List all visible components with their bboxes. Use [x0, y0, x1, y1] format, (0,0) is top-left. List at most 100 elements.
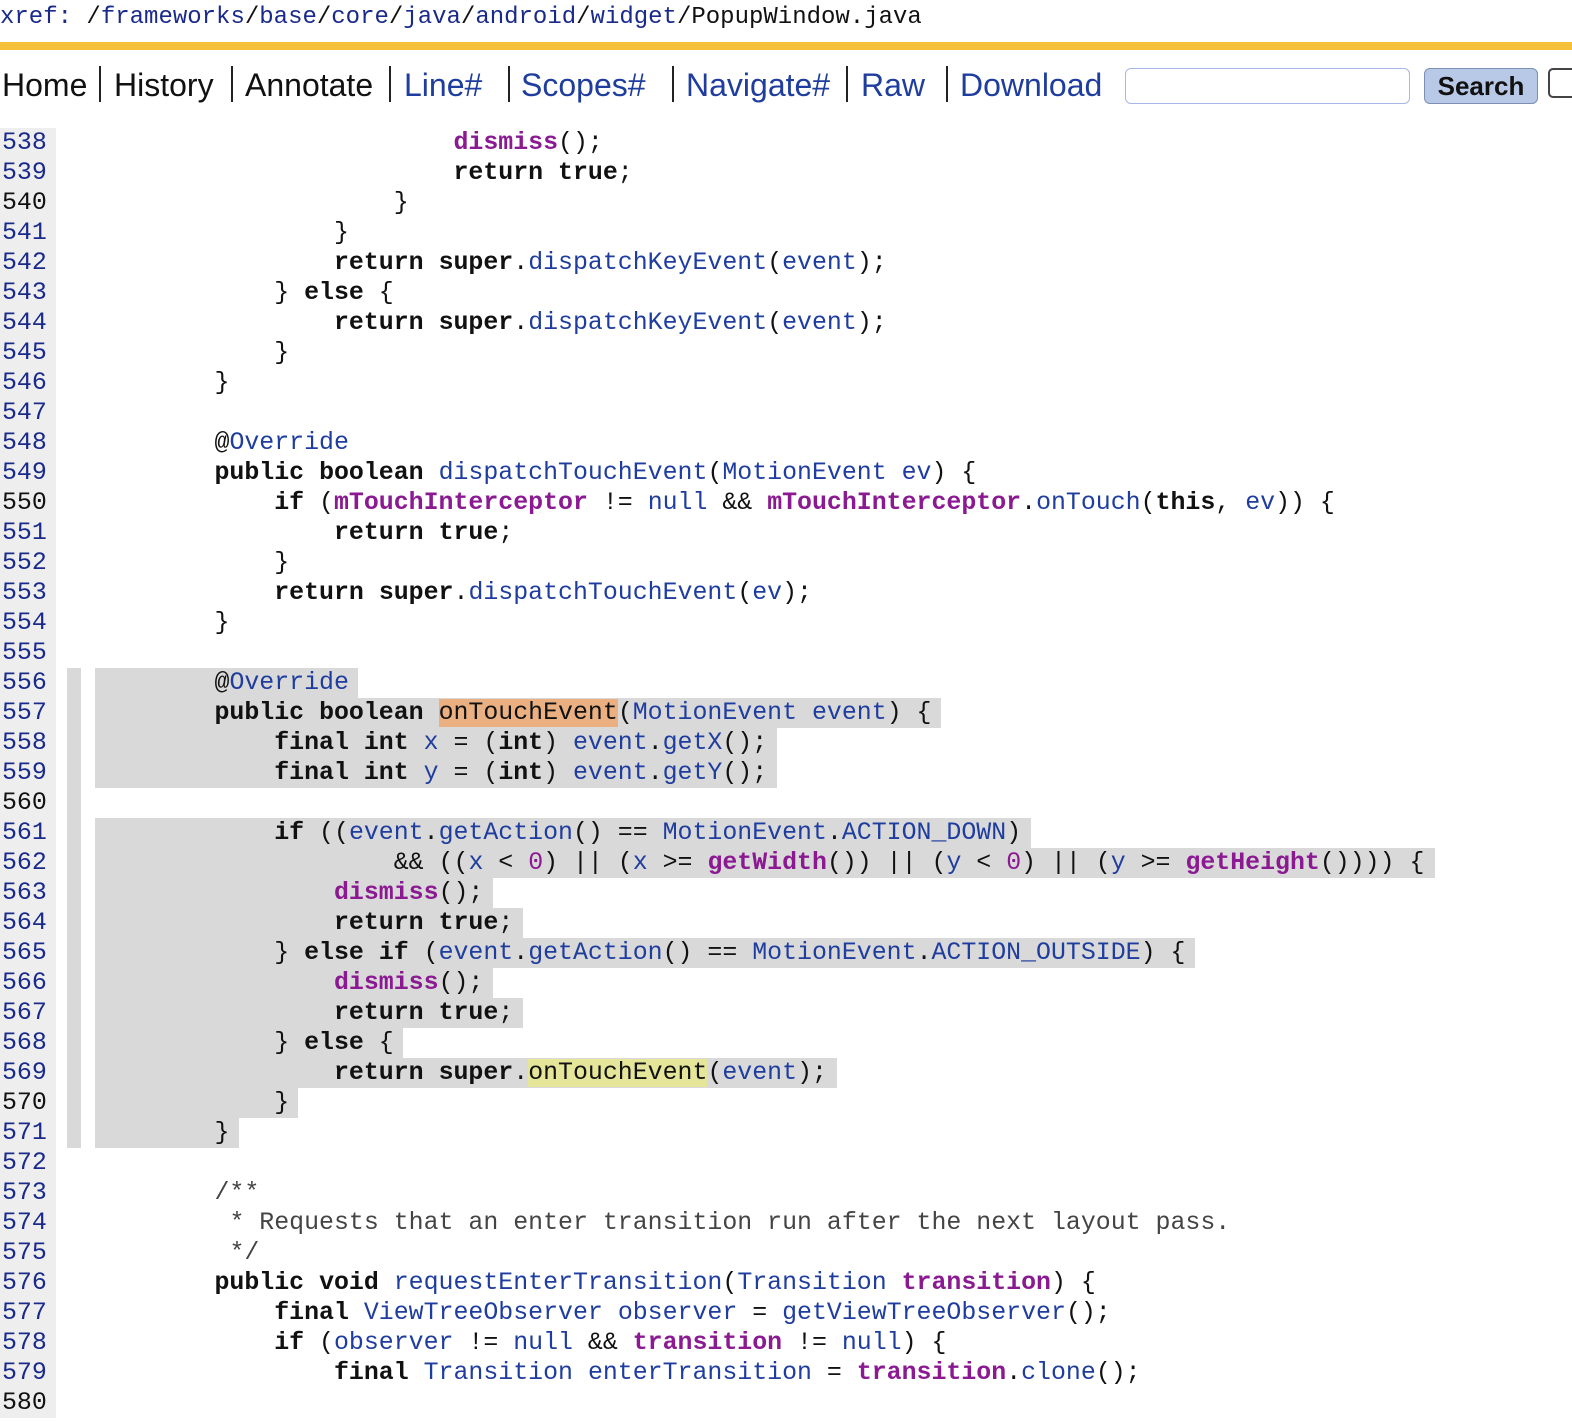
nav-navigate-link[interactable]: Navigate#: [686, 50, 830, 120]
line-number-link[interactable]: 572: [2, 1148, 47, 1178]
code-token[interactable]: onTouch: [1036, 489, 1141, 517]
breadcrumb-link[interactable]: frameworks: [101, 4, 245, 31]
code-token[interactable]: x: [633, 849, 648, 877]
code-token[interactable]: onTouchEvent: [438, 699, 618, 727]
code-token[interactable]: dispatchTouchEvent: [468, 579, 737, 607]
line-number-link[interactable]: 568: [2, 1028, 47, 1058]
code-token[interactable]: getAction: [528, 939, 662, 967]
code-token[interactable]: transition: [857, 1359, 1006, 1387]
code-token[interactable]: onTouchEvent: [528, 1059, 708, 1087]
line-number-link[interactable]: 567: [2, 998, 47, 1028]
nav-history-link[interactable]: History: [114, 50, 214, 120]
line-number-link[interactable]: 538: [2, 128, 47, 158]
line-number-link[interactable]: 575: [2, 1238, 47, 1268]
code-token[interactable]: ev: [752, 579, 782, 607]
line-number-link[interactable]: 571: [2, 1118, 47, 1148]
code-token[interactable]: event: [812, 699, 887, 727]
line-number-link[interactable]: 577: [2, 1298, 47, 1328]
search-button[interactable]: Search: [1424, 68, 1538, 104]
code-token[interactable]: requestEnterTransition: [394, 1269, 723, 1297]
code-token[interactable]: Transition: [737, 1269, 886, 1297]
line-number-link[interactable]: 543: [2, 278, 47, 308]
line-number-link[interactable]: 539: [2, 158, 47, 188]
line-number-link[interactable]: 552: [2, 548, 47, 578]
code-token[interactable]: event: [722, 1059, 797, 1087]
nav-annotate-link[interactable]: Annotate: [245, 50, 373, 120]
code-token[interactable]: event: [573, 729, 648, 757]
line-number-link[interactable]: 550: [2, 488, 47, 518]
code-token[interactable]: x: [468, 849, 483, 877]
code-token[interactable]: x: [424, 729, 439, 757]
line-number-link[interactable]: 556: [2, 668, 47, 698]
code-token[interactable]: ViewTreeObserver: [364, 1299, 603, 1327]
code-token[interactable]: y: [946, 849, 961, 877]
code-token[interactable]: observer: [618, 1299, 738, 1327]
line-number-link[interactable]: 578: [2, 1328, 47, 1358]
code-token[interactable]: transition: [633, 1329, 782, 1357]
line-number-link[interactable]: 561: [2, 818, 47, 848]
code-token[interactable]: ev: [1245, 489, 1275, 517]
line-number-link[interactable]: 558: [2, 728, 47, 758]
code-token[interactable]: MotionEvent: [633, 699, 797, 727]
breadcrumb-link[interactable]: android: [475, 4, 576, 31]
line-number-link[interactable]: 559: [2, 758, 47, 788]
code-token[interactable]: getViewTreeObserver: [782, 1299, 1066, 1327]
line-number-link[interactable]: 557: [2, 698, 47, 728]
line-number-link[interactable]: 554: [2, 608, 47, 638]
line-number-link[interactable]: 563: [2, 878, 47, 908]
code-token[interactable]: dispatchKeyEvent: [528, 309, 767, 337]
search-option-checkbox[interactable]: [1548, 68, 1572, 98]
code-token[interactable]: null: [648, 489, 708, 517]
code-token[interactable]: dismiss: [334, 879, 439, 907]
code-token[interactable]: ACTION_DOWN: [842, 819, 1006, 847]
breadcrumb-link[interactable]: base: [259, 4, 317, 31]
line-number-link[interactable]: 564: [2, 908, 47, 938]
code-token[interactable]: event: [439, 939, 514, 967]
code-token[interactable]: event: [782, 249, 857, 277]
code-token[interactable]: y: [424, 759, 439, 787]
search-input[interactable]: [1125, 68, 1410, 104]
code-token[interactable]: null: [513, 1329, 573, 1357]
line-number-link[interactable]: 576: [2, 1268, 47, 1298]
line-number-link[interactable]: 560: [2, 788, 47, 818]
code-token[interactable]: observer: [334, 1329, 454, 1357]
code-token[interactable]: clone: [1021, 1359, 1096, 1387]
code-token[interactable]: getAction: [439, 819, 573, 847]
breadcrumb-link[interactable]: java: [403, 4, 461, 31]
line-number-link[interactable]: 580: [2, 1388, 47, 1418]
code-token[interactable]: getWidth: [707, 849, 827, 877]
nav-line-numbers-link[interactable]: Line#: [404, 50, 482, 120]
line-number-link[interactable]: 545: [2, 338, 47, 368]
breadcrumb-link[interactable]: core: [331, 4, 389, 31]
code-token[interactable]: getY: [663, 759, 723, 787]
code-token[interactable]: dispatchKeyEvent: [528, 249, 767, 277]
line-number-link[interactable]: 579: [2, 1358, 47, 1388]
line-number-link[interactable]: 553: [2, 578, 47, 608]
nav-download-link[interactable]: Download: [960, 50, 1102, 120]
code-token[interactable]: null: [842, 1329, 902, 1357]
line-number-link[interactable]: 570: [2, 1088, 47, 1118]
code-token[interactable]: mTouchInterceptor: [334, 489, 588, 517]
code-token[interactable]: event: [573, 759, 648, 787]
code-token[interactable]: event: [349, 819, 424, 847]
nav-home-link[interactable]: Home: [2, 50, 87, 120]
line-number-link[interactable]: 566: [2, 968, 47, 998]
line-number-link[interactable]: 541: [2, 218, 47, 248]
code-token[interactable]: dismiss: [453, 129, 558, 157]
line-number-link[interactable]: 540: [2, 188, 47, 218]
line-number-link[interactable]: 548: [2, 428, 47, 458]
code-token[interactable]: getHeight: [1185, 849, 1319, 877]
breadcrumb-link[interactable]: widget: [591, 4, 677, 31]
code-token[interactable]: dismiss: [334, 969, 439, 997]
code-token[interactable]: enterTransition: [588, 1359, 812, 1387]
line-number-link[interactable]: 569: [2, 1058, 47, 1088]
code-token[interactable]: dispatchTouchEvent: [439, 459, 708, 487]
nav-scopes-link[interactable]: Scopes#: [521, 50, 646, 120]
line-number-link[interactable]: 562: [2, 848, 47, 878]
code-token[interactable]: MotionEvent: [722, 459, 886, 487]
line-number-link[interactable]: 549: [2, 458, 47, 488]
line-number-link[interactable]: 573: [2, 1178, 47, 1208]
line-number-link[interactable]: 555: [2, 638, 47, 668]
code-token[interactable]: MotionEvent: [752, 939, 916, 967]
line-number-link[interactable]: 547: [2, 398, 47, 428]
